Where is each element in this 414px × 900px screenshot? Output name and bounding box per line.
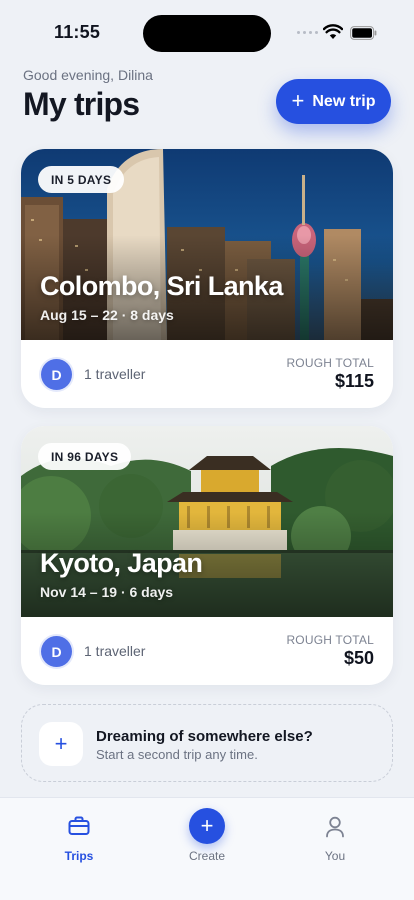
tab-label: Create xyxy=(188,849,226,863)
trip-card-footer: D 1 traveller ROUGH TOTAL $115 xyxy=(21,340,393,408)
total-label: ROUGH TOTAL xyxy=(286,633,374,647)
countdown-badge: IN 5 DAYS xyxy=(38,166,125,193)
add-trip-button[interactable]: + xyxy=(39,722,83,766)
greeting-text: Good evening, Dilina xyxy=(23,67,153,83)
tab-label: Trips xyxy=(64,849,94,863)
dream-title: Dreaming of somewhere else? xyxy=(96,728,313,745)
page-title: My trips xyxy=(23,86,140,122)
total-value: $115 xyxy=(334,371,374,391)
trip-card-kyoto[interactable]: IN 96 DAYS Kyoto, Japan Nov 14 – 19 · 6 … xyxy=(21,426,393,685)
dream-subtitle: Start a second trip any time. xyxy=(96,747,258,762)
status-time: 11:55 xyxy=(54,22,101,42)
countdown-badge: IN 96 DAYS xyxy=(38,443,132,470)
tab-label: You xyxy=(324,849,346,863)
tab-trips[interactable]: Trips xyxy=(29,798,129,878)
person-icon xyxy=(326,816,344,838)
trip-dates: Nov 14 – 19 · 6 days xyxy=(40,584,174,600)
trip-city: Colombo, Sri Lanka xyxy=(40,271,283,301)
new-trip-button[interactable]: + New trip xyxy=(276,79,391,124)
traveller-count: 1 traveller xyxy=(84,366,146,382)
signal-icon xyxy=(297,31,318,34)
briefcase-icon xyxy=(68,816,90,835)
trip-city: Kyoto, Japan xyxy=(40,548,203,578)
tab-create[interactable]: + Create xyxy=(157,798,257,878)
tab-you[interactable]: You xyxy=(285,798,385,878)
traveller-count: 1 traveller xyxy=(84,643,146,659)
start-another-trip-card[interactable]: + Dreaming of somewhere else? Start a se… xyxy=(21,704,393,782)
plus-icon: + xyxy=(291,87,305,113)
plus-icon: + xyxy=(54,731,68,756)
tab-bar: Trips + Create You xyxy=(0,797,414,900)
avatar: D xyxy=(41,359,72,390)
total-label: ROUGH TOTAL xyxy=(286,356,374,370)
trip-dates: Aug 15 – 22 · 8 days xyxy=(40,307,174,323)
wifi-icon xyxy=(323,24,343,39)
total-value: $50 xyxy=(343,648,374,668)
avatar: D xyxy=(41,636,72,667)
status-bar: 11:55 xyxy=(0,0,414,66)
trip-card-colombo[interactable]: IN 5 DAYS Colombo, Sri Lanka Aug 15 – 22… xyxy=(21,149,393,408)
plus-icon: + xyxy=(189,808,225,844)
trip-card-footer: D 1 traveller ROUGH TOTAL $50 xyxy=(21,617,393,685)
new-trip-label: New trip xyxy=(312,92,376,110)
dynamic-island xyxy=(143,15,271,52)
battery-icon xyxy=(350,26,377,40)
